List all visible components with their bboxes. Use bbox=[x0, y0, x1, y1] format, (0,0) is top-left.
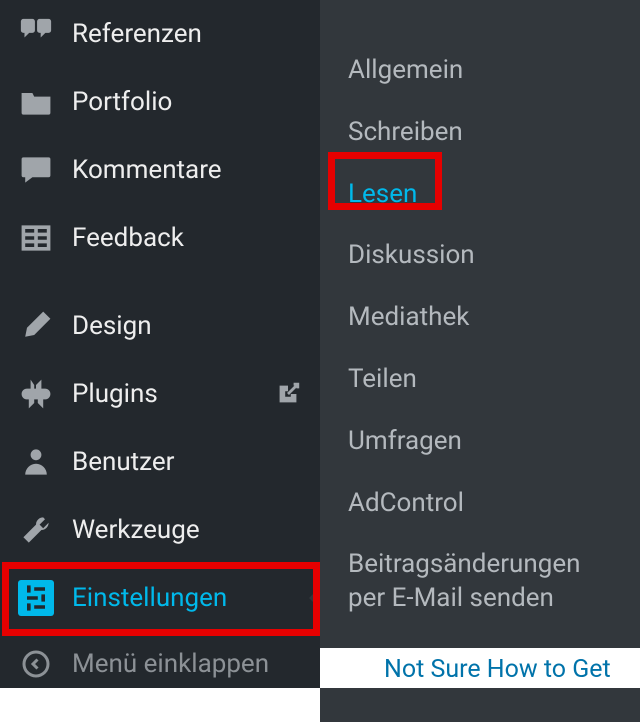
testimonial-icon bbox=[18, 16, 54, 52]
submenu-item-beitragsaenderungen[interactable]: Beitragsänderungen per E-Mail senden bbox=[320, 534, 640, 630]
partial-content-text: Not Sure How to Get bbox=[384, 655, 611, 684]
sidebar-item-label: Werkzeuge bbox=[72, 515, 200, 545]
sidebar-item-kommentare[interactable]: Kommentare bbox=[0, 136, 320, 204]
sidebar-item-label: Design bbox=[72, 311, 152, 341]
settings-icon bbox=[18, 580, 54, 616]
submenu-item-adcontrol[interactable]: AdControl bbox=[320, 473, 640, 535]
sidebar-collapse[interactable]: Menü einklappen bbox=[0, 632, 320, 696]
submenu-item-diskussion[interactable]: Diskussion bbox=[320, 225, 640, 287]
submenu-item-mediathek[interactable]: Mediathek bbox=[320, 287, 640, 349]
sidebar-item-plugins[interactable]: Plugins bbox=[0, 360, 320, 428]
tools-icon bbox=[18, 512, 54, 548]
sidebar-item-referenzen[interactable]: Referenzen bbox=[0, 0, 320, 68]
collapse-label: Menü einklappen bbox=[72, 649, 269, 679]
comments-icon bbox=[18, 152, 54, 188]
submenu-item-schreiben[interactable]: Schreiben bbox=[320, 102, 640, 164]
submenu-item-lesen[interactable]: Lesen bbox=[320, 164, 640, 226]
sidebar-item-einstellungen[interactable]: Einstellungen bbox=[0, 564, 320, 632]
sidebar-item-label: Einstellungen bbox=[72, 583, 227, 613]
external-link-icon bbox=[274, 380, 302, 408]
plugins-icon bbox=[18, 376, 54, 412]
collapse-icon bbox=[18, 646, 54, 682]
submenu-item-teilen[interactable]: Teilen bbox=[320, 349, 640, 411]
sidebar-item-benutzer[interactable]: Benutzer bbox=[0, 428, 320, 496]
settings-submenu: Allgemein Schreiben Lesen Diskussion Med… bbox=[320, 0, 640, 722]
sidebar-item-label: Feedback bbox=[72, 223, 184, 253]
sidebar-item-werkzeuge[interactable]: Werkzeuge bbox=[0, 496, 320, 564]
submenu-item-umfragen[interactable]: Umfragen bbox=[320, 411, 640, 473]
submenu-item-allgemein[interactable]: Allgemein bbox=[320, 40, 640, 102]
sidebar-item-portfolio[interactable]: Portfolio bbox=[0, 68, 320, 136]
users-icon bbox=[18, 444, 54, 480]
portfolio-icon bbox=[18, 84, 54, 120]
sidebar-item-label: Portfolio bbox=[72, 87, 172, 117]
sidebar-item-label: Kommentare bbox=[72, 155, 222, 185]
appearance-icon bbox=[18, 308, 54, 344]
sidebar-item-label: Referenzen bbox=[72, 19, 202, 49]
sidebar-item-feedback[interactable]: Feedback bbox=[0, 204, 320, 272]
feedback-icon bbox=[18, 220, 54, 256]
sidebar-item-label: Benutzer bbox=[72, 447, 174, 477]
sidebar-item-label: Plugins bbox=[72, 379, 158, 409]
admin-sidebar: Referenzen Portfolio Kommentare Feedback… bbox=[0, 0, 320, 688]
sidebar-item-design[interactable]: Design bbox=[0, 292, 320, 360]
